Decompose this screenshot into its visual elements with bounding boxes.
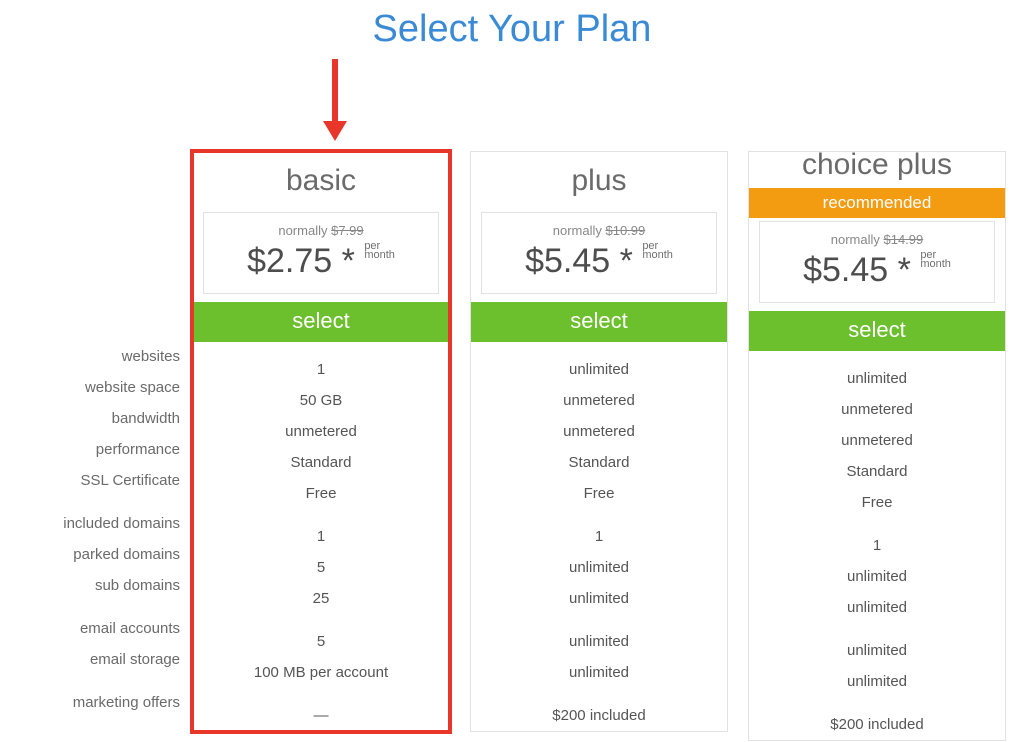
price-star: * bbox=[888, 251, 920, 289]
normally-label: normally bbox=[831, 232, 884, 247]
feature-value: unmetered bbox=[749, 425, 1005, 456]
plan-name-choice: choice plus bbox=[749, 148, 1005, 186]
feature-value: 100 MB per account bbox=[193, 657, 449, 688]
plan-name-basic: basic bbox=[193, 152, 449, 206]
label-website-space: website space bbox=[0, 372, 192, 403]
select-button-basic[interactable]: select bbox=[193, 302, 449, 342]
feature-value: $200 included bbox=[471, 700, 727, 731]
price-star: * bbox=[332, 242, 364, 280]
feature-value: unlimited bbox=[749, 635, 1005, 666]
feature-value: unmetered bbox=[471, 385, 727, 416]
callout-arrow-icon bbox=[323, 59, 347, 147]
label-performance: performance bbox=[0, 434, 192, 465]
feature-value: Free bbox=[749, 487, 1005, 518]
feature-value: unlimited bbox=[749, 666, 1005, 697]
feature-value: 50 GB bbox=[193, 385, 449, 416]
normally-price: $7.99 bbox=[331, 223, 364, 238]
feature-value: — bbox=[193, 700, 449, 731]
normally-label: normally bbox=[278, 223, 331, 238]
feature-value: 25 bbox=[193, 583, 449, 614]
feature-value: unlimited bbox=[471, 552, 727, 583]
price-star: * bbox=[610, 242, 642, 280]
price-box-basic: normally $7.99 $2.75 * permonth bbox=[203, 212, 439, 294]
price-choice: $5.45 bbox=[803, 251, 888, 289]
feature-value: Standard bbox=[193, 447, 449, 478]
label-included-domains: included domains bbox=[0, 508, 192, 539]
feature-value: 5 bbox=[193, 626, 449, 657]
plan-name-plus: plus bbox=[471, 152, 727, 206]
feature-value: unlimited bbox=[471, 657, 727, 688]
feature-value: unmetered bbox=[193, 416, 449, 447]
price-box-choice: normally $14.99 $5.45 * permonth bbox=[759, 221, 995, 303]
plan-choice-plus: choice plus recommended normally $14.99 … bbox=[748, 151, 1006, 741]
label-parked-domains: parked domains bbox=[0, 539, 192, 570]
label-email-storage: email storage bbox=[0, 644, 192, 675]
label-marketing-offers: marketing offers bbox=[0, 687, 192, 718]
feature-value: unlimited bbox=[749, 592, 1005, 623]
feature-value: unmetered bbox=[749, 394, 1005, 425]
price-box-plus: normally $10.99 $5.45 * permonth bbox=[481, 212, 717, 294]
feature-value: 1 bbox=[193, 354, 449, 385]
feature-value: 1 bbox=[471, 521, 727, 552]
feature-value: unlimited bbox=[471, 354, 727, 385]
feature-value: unlimited bbox=[471, 626, 727, 657]
feature-value: unlimited bbox=[749, 363, 1005, 394]
select-button-choice[interactable]: select bbox=[749, 311, 1005, 351]
select-button-plus[interactable]: select bbox=[471, 302, 727, 342]
plan-basic: basic normally $7.99 $2.75 * permonth se… bbox=[192, 151, 450, 732]
price-plus: $5.45 bbox=[525, 242, 610, 280]
normally-price: $10.99 bbox=[605, 223, 645, 238]
feature-value: Standard bbox=[471, 447, 727, 478]
price-basic: $2.75 bbox=[247, 242, 332, 280]
feature-value: unmetered bbox=[471, 416, 727, 447]
feature-value: unlimited bbox=[749, 561, 1005, 592]
feature-value: unlimited bbox=[471, 583, 727, 614]
feature-value: 1 bbox=[749, 530, 1005, 561]
label-email-accounts: email accounts bbox=[0, 613, 192, 644]
label-websites: websites bbox=[0, 341, 192, 372]
feature-value: 5 bbox=[193, 552, 449, 583]
feature-labels: websites website space bandwidth perform… bbox=[0, 341, 192, 718]
feature-value: Free bbox=[193, 478, 449, 509]
normally-label: normally bbox=[553, 223, 606, 238]
label-ssl: SSL Certificate bbox=[0, 465, 192, 496]
label-bandwidth: bandwidth bbox=[0, 403, 192, 434]
recommended-badge: recommended bbox=[749, 188, 1005, 218]
plan-plus: plus normally $10.99 $5.45 * permonth se… bbox=[470, 151, 728, 732]
label-sub-domains: sub domains bbox=[0, 570, 192, 601]
feature-value: 1 bbox=[193, 521, 449, 552]
feature-value: Standard bbox=[749, 456, 1005, 487]
page-title: Select Your Plan bbox=[0, 0, 1024, 59]
normally-price: $14.99 bbox=[883, 232, 923, 247]
feature-value: $200 included bbox=[749, 709, 1005, 740]
feature-value: Free bbox=[471, 478, 727, 509]
